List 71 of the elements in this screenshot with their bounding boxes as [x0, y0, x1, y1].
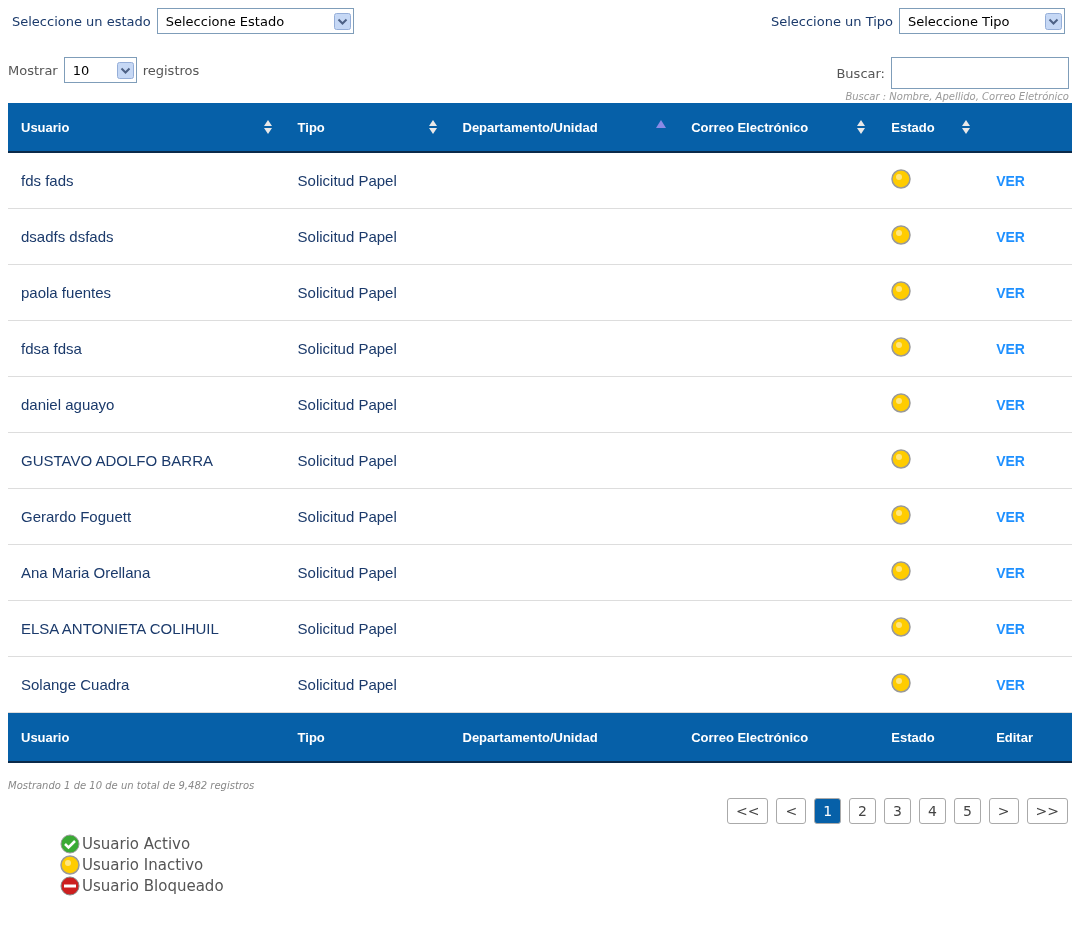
column-footer: Usuario — [8, 712, 285, 762]
sort-icon[interactable] — [961, 119, 972, 135]
table-cell: Solicitud Papel — [284, 152, 450, 209]
view-link[interactable]: VER — [996, 453, 1025, 469]
table-cell: Solicitud Papel — [284, 600, 450, 657]
column-footer: Tipo — [284, 712, 450, 762]
dropdown-caret-icon — [1045, 12, 1062, 30]
view-link[interactable]: VER — [996, 397, 1025, 413]
table-cell: Solicitud Papel — [284, 432, 450, 489]
column-footer: Departamento/Unidad — [449, 712, 679, 762]
column-footer: Estado — [878, 712, 984, 762]
column-header[interactable]: Tipo — [284, 103, 450, 152]
table-cell: Solicitud Papel — [284, 544, 450, 601]
column-header[interactable]: Correo Electrónico — [678, 103, 879, 152]
view-link[interactable]: VER — [996, 229, 1025, 245]
filter-label: Seleccione un Tipo — [770, 13, 893, 29]
table-cell: Solicitud Papel — [284, 376, 450, 433]
sort-icon[interactable] — [427, 119, 438, 135]
view-link[interactable]: VER — [996, 173, 1025, 189]
column-footer: Correo Electrónico — [678, 712, 879, 762]
table-cell: fds fads — [8, 152, 285, 209]
view-link[interactable]: VER — [996, 565, 1025, 581]
view-link[interactable]: VER — [996, 677, 1025, 693]
table-cell: Solicitud Papel — [284, 656, 450, 713]
view-link[interactable]: VER — [996, 341, 1025, 357]
page-size-dropdown[interactable]: 10 — [63, 57, 137, 83]
legend-label: Usuario Inactivo — [82, 856, 204, 874]
table-cell: GUSTAVO ADOLFO BARRA — [8, 432, 285, 489]
column-header[interactable]: Estado — [878, 103, 984, 152]
search-hint: Buscar : Nombre, Apellido, Correo Eletrónico — [845, 91, 1069, 102]
table-cell: Solicitud Papel — [284, 208, 450, 265]
records-label: registros — [142, 62, 200, 78]
table-cell: dsadfs dsfads — [8, 208, 285, 265]
filter-dropdown[interactable]: Seleccione Tipo — [899, 8, 1065, 34]
page-button[interactable]: < — [776, 798, 807, 824]
table-cell: paola fuentes — [8, 264, 285, 321]
table-cell: Ana Maria Orellana — [8, 544, 285, 601]
filter-label: Seleccione un estado — [12, 13, 151, 29]
column-footer: Editar — [983, 712, 1072, 762]
dropdown-caret-icon — [333, 12, 351, 30]
legend-label: Usuario Bloqueado — [82, 877, 224, 895]
table-cell: Solicitud Papel — [284, 488, 450, 545]
sort-icon[interactable] — [856, 119, 867, 135]
table-cell: Gerardo Foguett — [8, 488, 285, 545]
table-cell: daniel aguayo — [8, 376, 285, 433]
page-button[interactable]: 4 — [918, 798, 946, 824]
table-cell: fdsa fdsa — [8, 320, 285, 377]
view-link[interactable]: VER — [996, 509, 1025, 525]
page-button[interactable]: 3 — [884, 798, 911, 824]
column-header[interactable]: Departamento/Unidad — [449, 103, 679, 152]
view-link[interactable]: VER — [996, 285, 1025, 301]
table-cell: ELSA ANTONIETA COLIHUIL — [8, 600, 285, 657]
sort-icon[interactable] — [262, 119, 273, 135]
dropdown-caret-icon — [116, 61, 134, 79]
records-info: Mostrando 1 de 10 de un total de 9,482 registros — [8, 780, 256, 791]
table-cell: Solicitud Papel — [284, 320, 450, 377]
page-button[interactable]: >> — [1026, 798, 1068, 824]
search-label: Buscar: — [836, 65, 885, 81]
view-link[interactable]: VER — [996, 621, 1025, 637]
column-header[interactable]: Usuario — [8, 103, 285, 152]
table-cell: Solange Cuadra — [8, 656, 285, 713]
page-button[interactable]: 5 — [953, 798, 981, 824]
legend-label: Usuario Activo — [82, 835, 191, 853]
page-button[interactable]: << — [727, 798, 769, 824]
page-button[interactable]: 1 — [814, 798, 842, 824]
page-button[interactable]: > — [988, 798, 1019, 824]
table-cell: Solicitud Papel — [284, 264, 450, 321]
search-field[interactable] — [891, 57, 1069, 89]
filter-dropdown[interactable]: Seleccione Estado — [156, 8, 354, 34]
page-button[interactable]: 2 — [849, 798, 877, 824]
show-label: Mostrar — [8, 62, 58, 78]
